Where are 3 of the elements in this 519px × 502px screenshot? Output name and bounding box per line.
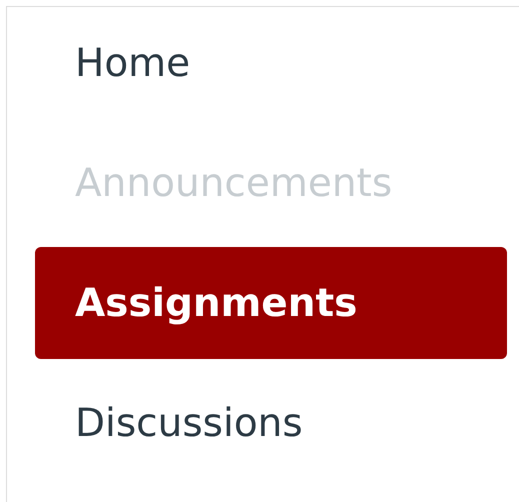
nav-link[interactable]: Home: [35, 7, 507, 119]
nav-link[interactable]: Assignments: [35, 247, 507, 359]
nav-link[interactable]: Discussions: [35, 367, 507, 479]
